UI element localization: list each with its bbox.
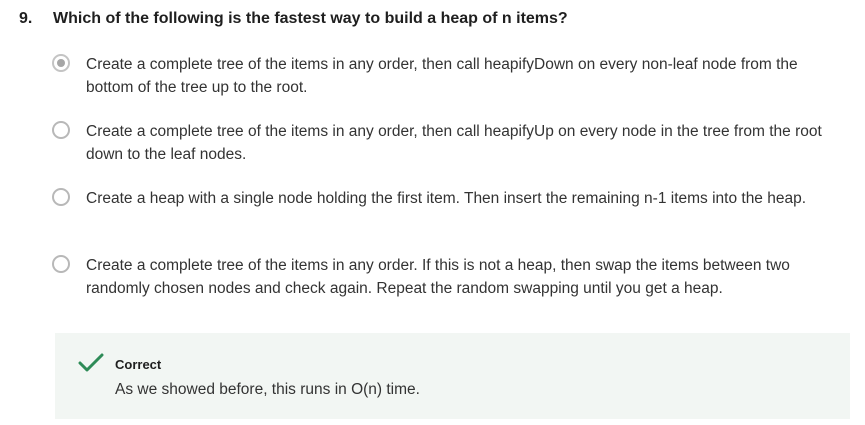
radio-button-selected[interactable] xyxy=(52,54,70,72)
radio-button[interactable] xyxy=(52,188,70,206)
answer-option-4[interactable]: Create a complete tree of the items in a… xyxy=(52,254,842,302)
radio-button[interactable] xyxy=(52,255,70,273)
answer-option-text: Create a complete tree of the items in a… xyxy=(86,56,798,96)
radio-button[interactable] xyxy=(52,121,70,139)
answer-option-1[interactable]: Create a complete tree of the items in a… xyxy=(52,53,842,101)
answer-option-3[interactable]: Create a heap with a single node holding… xyxy=(52,187,842,235)
feedback-title: Correct xyxy=(115,357,162,372)
checkmark-icon xyxy=(78,353,104,372)
question-number: 9. xyxy=(19,10,33,27)
question-text: Which of the following is the fastest wa… xyxy=(53,10,568,27)
feedback-text: As we showed before, this runs in O(n) t… xyxy=(115,381,420,398)
answer-option-text: Create a complete tree of the items in a… xyxy=(86,257,790,297)
answer-option-text: Create a heap with a single node holding… xyxy=(86,190,807,207)
feedback-panel: Correct As we showed before, this runs i… xyxy=(55,333,850,419)
answer-options: Create a complete tree of the items in a… xyxy=(52,53,842,321)
answer-option-text: Create a complete tree of the items in a… xyxy=(86,123,822,163)
answer-option-2[interactable]: Create a complete tree of the items in a… xyxy=(52,120,842,168)
